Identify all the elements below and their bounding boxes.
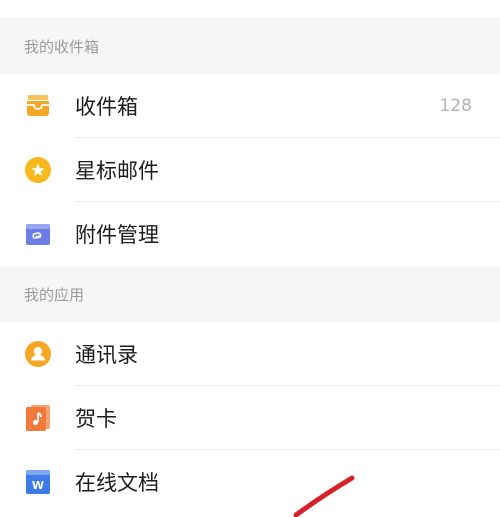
red-annotation-stroke bbox=[293, 475, 355, 517]
